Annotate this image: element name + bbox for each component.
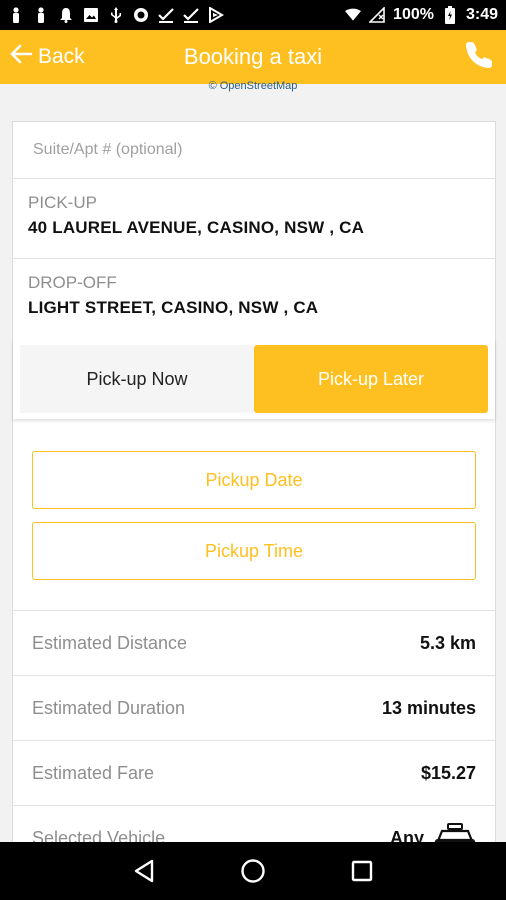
suite-field-row <box>13 122 495 179</box>
pickup-now-button[interactable]: Pick-up Now <box>20 345 254 413</box>
dropoff-label: DROP-OFF <box>28 273 117 292</box>
wifi-icon <box>345 7 362 23</box>
estimated-duration-value: 13 minutes <box>381 697 476 718</box>
estimated-distance-value: 5.3 km <box>419 632 476 653</box>
bell-icon <box>58 7 74 23</box>
phone-icon <box>466 42 492 68</box>
clock: 3:49 <box>465 6 498 23</box>
estimated-distance-label: Estimated Distance <box>32 632 188 653</box>
suite-input[interactable] <box>33 141 475 159</box>
check-icon <box>158 7 174 23</box>
battery-percent: 100% <box>393 6 434 23</box>
pickup-date-button[interactable]: Pickup Date <box>32 451 476 509</box>
nav-home-button[interactable] <box>233 851 273 891</box>
notification-icons <box>8 7 345 23</box>
nav-recents-button[interactable] <box>342 851 382 891</box>
navigation-bar <box>0 842 506 900</box>
no-signal-icon <box>369 7 385 23</box>
estimated-fare-row: Estimated Fare $15.27 <box>13 741 495 806</box>
square-recents-icon <box>351 860 372 882</box>
dropoff-value: LIGHT STREET, CASINO, NSW , CA <box>28 298 319 317</box>
play-icon <box>208 7 224 23</box>
status-bar: 100% 3:49 <box>0 0 506 30</box>
estimated-distance-row: Estimated Distance 5.3 km <box>13 611 495 676</box>
usb-icon <box>108 7 124 23</box>
map-attribution[interactable]: © OpenStreetMap <box>0 80 506 92</box>
call-button[interactable] <box>464 40 496 72</box>
pickup-time-button[interactable]: Pickup Time <box>32 522 476 580</box>
pickup-label: PICK-UP <box>28 193 97 212</box>
battery-icon <box>442 6 458 24</box>
schedule-pickers: Pickup Date Pickup Time <box>13 419 495 611</box>
pickup-mode-toggle: Pick-up Now Pick-up Later <box>13 339 495 419</box>
arrow-left-icon <box>10 44 33 70</box>
pickup-value: 40 LAUREL AVENUE, CASINO, NSW , CA <box>28 218 365 237</box>
person-icon <box>33 7 49 23</box>
back-label: Back <box>38 45 85 68</box>
check-icon <box>183 7 199 23</box>
back-button[interactable]: Back <box>0 44 85 70</box>
circle-home-icon <box>241 859 265 883</box>
estimated-fare-label: Estimated Fare <box>32 762 155 783</box>
booking-card: PICK-UP 40 LAUREL AVENUE, CASINO, NSW , … <box>12 121 496 872</box>
app-bar: Back Booking a taxi <box>0 30 506 84</box>
person-icon <box>8 7 24 23</box>
nav-back-button[interactable] <box>124 851 164 891</box>
estimated-duration-label: Estimated Duration <box>32 697 186 718</box>
pickup-later-button[interactable]: Pick-up Later <box>254 345 488 413</box>
circle-icon <box>133 7 149 23</box>
estimated-fare-value: $15.27 <box>420 762 476 783</box>
pickup-address[interactable]: PICK-UP 40 LAUREL AVENUE, CASINO, NSW , … <box>13 179 495 259</box>
estimated-duration-row: Estimated Duration 13 minutes <box>13 676 495 741</box>
dropoff-address[interactable]: DROP-OFF LIGHT STREET, CASINO, NSW , CA <box>13 259 495 339</box>
image-icon <box>83 7 99 23</box>
triangle-back-icon <box>135 859 154 883</box>
